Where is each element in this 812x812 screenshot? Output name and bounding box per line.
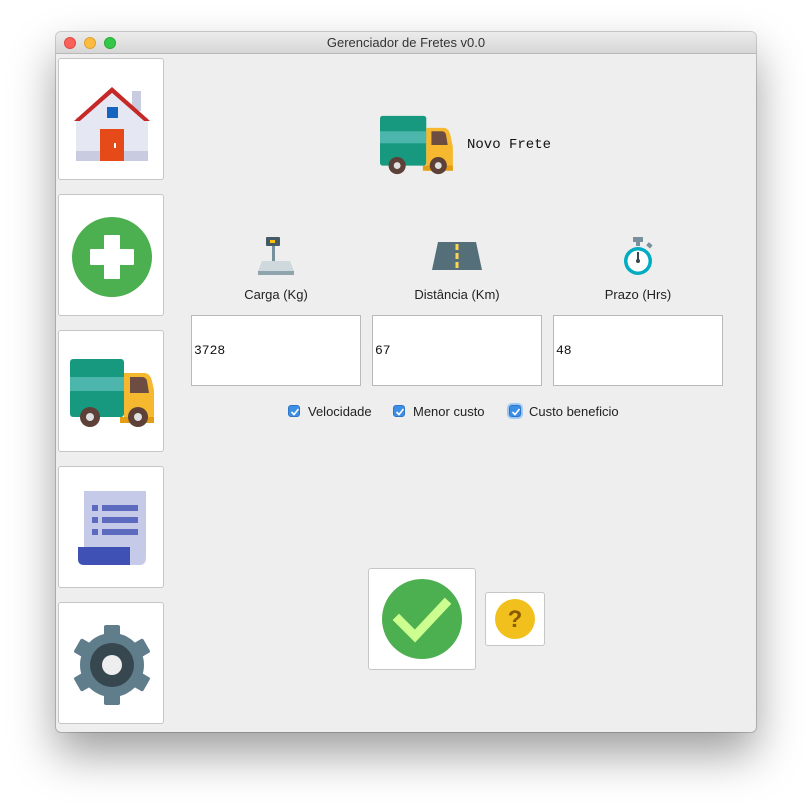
stopwatch-icon xyxy=(624,237,653,275)
sidebar-home-button[interactable] xyxy=(58,58,164,180)
distance-input[interactable] xyxy=(372,315,542,386)
confirm-button[interactable] xyxy=(368,568,476,670)
checkbox-checked-icon xyxy=(288,405,300,417)
deadline-input[interactable] xyxy=(553,315,723,386)
document-list-icon xyxy=(78,491,146,565)
plus-circle-icon xyxy=(72,217,152,297)
truck-icon xyxy=(70,359,154,427)
distance-label: Distância (Km) xyxy=(414,287,500,302)
lowest-cost-label: Menor custo xyxy=(413,404,485,419)
sidebar-add-button[interactable] xyxy=(58,194,164,316)
checkbox-checked-icon xyxy=(509,405,521,417)
sidebar-settings-button[interactable] xyxy=(58,602,164,724)
speed-checkbox[interactable]: Velocidade xyxy=(288,403,380,421)
speed-label: Velocidade xyxy=(308,404,372,419)
road-icon xyxy=(432,242,482,270)
sidebar-report-button[interactable] xyxy=(58,466,164,588)
help-glyph: ? xyxy=(508,606,523,633)
scale-icon xyxy=(258,237,294,275)
help-button[interactable]: ? xyxy=(485,592,545,646)
checkbox-checked-icon xyxy=(393,405,405,417)
cost-benefit-label: Custo beneficio xyxy=(529,404,619,419)
help-icon: ? xyxy=(495,599,535,639)
cargo-label: Carga (Kg) xyxy=(244,287,308,302)
house-icon xyxy=(74,87,150,161)
page-title: Novo Frete xyxy=(467,137,552,153)
cost-benefit-checkbox[interactable]: Custo beneficio xyxy=(509,403,633,421)
deadline-label: Prazo (Hrs) xyxy=(604,287,672,302)
window-title: Gerenciador de Fretes v0.0 xyxy=(326,35,486,50)
check-circle-icon xyxy=(382,579,462,659)
cargo-input[interactable] xyxy=(191,315,361,386)
title-bar: Gerenciador de Fretes v0.0 xyxy=(56,32,756,54)
header-truck-icon xyxy=(380,115,453,175)
gear-icon xyxy=(74,625,150,705)
sidebar-freight-button[interactable] xyxy=(58,330,164,452)
app-window: Gerenciador de Fretes v0.0 Novo Frete Ca… xyxy=(56,32,756,732)
lowest-cost-checkbox[interactable]: Menor custo xyxy=(393,403,497,421)
